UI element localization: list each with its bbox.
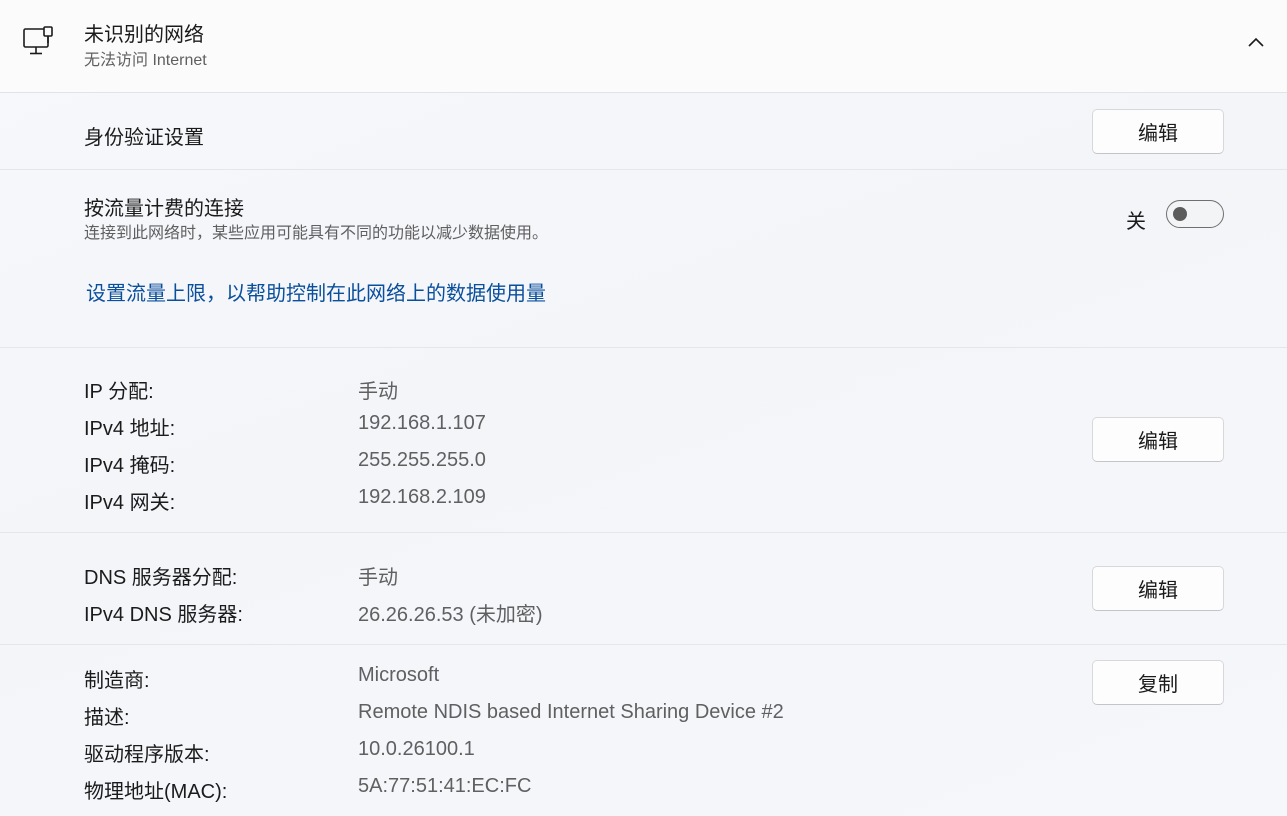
auth-settings-label: 身份验证设置 bbox=[84, 127, 204, 149]
network-status: 无法访问 Internet bbox=[84, 52, 207, 69]
ipv4-address-label: IPv4 地址: bbox=[84, 418, 176, 440]
collapse-button[interactable] bbox=[1240, 28, 1272, 56]
ip-assignment-label: IP 分配: bbox=[84, 381, 154, 403]
metered-connection-section: 按流量计费的连接 连接到此网络时，某些应用可能具有不同的功能以减少数据使用。 关… bbox=[0, 170, 1287, 348]
dns-assignment-label: DNS 服务器分配: bbox=[84, 567, 238, 589]
hardware-properties-section: 制造商: Microsoft 描述: Remote NDIS based Int… bbox=[0, 645, 1287, 816]
dns-settings-section: DNS 服务器分配: 手动 IPv4 DNS 服务器: 26.26.26.53 … bbox=[0, 533, 1287, 645]
dns-assignment-value: 手动 bbox=[358, 567, 398, 589]
manufacturer-value: Microsoft bbox=[358, 664, 440, 686]
ipv4-dns-server-value: 26.26.26.53 (未加密) bbox=[358, 604, 543, 626]
auth-edit-button[interactable]: 编辑 bbox=[1092, 109, 1224, 154]
metered-toggle-state: 关 bbox=[1126, 211, 1146, 233]
mac-address-label: 物理地址(MAC): bbox=[84, 781, 228, 803]
metered-connection-description: 连接到此网络时，某些应用可能具有不同的功能以减少数据使用。 bbox=[84, 225, 549, 242]
mac-address-value: 5A:77:51:41:EC:FC bbox=[358, 775, 532, 797]
metered-connection-toggle[interactable] bbox=[1166, 200, 1224, 228]
description-value: Remote NDIS based Internet Sharing Devic… bbox=[358, 701, 784, 723]
description-label: 描述: bbox=[84, 707, 130, 729]
ip-settings-section: IP 分配: 手动 IPv4 地址: 192.168.1.107 IPv4 掩码… bbox=[0, 348, 1287, 533]
data-limit-link[interactable]: 设置流量上限，以帮助控制在此网络上的数据使用量 bbox=[86, 277, 546, 306]
ipv4-address-value: 192.168.1.107 bbox=[358, 412, 486, 434]
ipv4-gateway-value: 192.168.2.109 bbox=[358, 486, 486, 508]
metered-connection-title: 按流量计费的连接 bbox=[84, 198, 244, 220]
network-header[interactable]: 未识别的网络 无法访问 Internet bbox=[0, 0, 1287, 93]
copy-button[interactable]: 复制 bbox=[1092, 660, 1224, 705]
auth-settings-section: 身份验证设置 编辑 bbox=[0, 93, 1287, 170]
manufacturer-label: 制造商: bbox=[84, 670, 150, 692]
ipv4-mask-value: 255.255.255.0 bbox=[358, 449, 486, 471]
driver-version-label: 驱动程序版本: bbox=[84, 744, 210, 766]
ip-edit-button[interactable]: 编辑 bbox=[1092, 417, 1224, 462]
network-name: 未识别的网络 bbox=[84, 24, 204, 46]
chevron-up-icon bbox=[1248, 37, 1264, 47]
ipv4-dns-server-label: IPv4 DNS 服务器: bbox=[84, 604, 243, 626]
toggle-knob bbox=[1173, 207, 1187, 221]
ip-assignment-value: 手动 bbox=[358, 381, 398, 403]
network-computer-icon bbox=[23, 26, 53, 55]
driver-version-value: 10.0.26100.1 bbox=[358, 738, 475, 760]
ipv4-gateway-label: IPv4 网关: bbox=[84, 492, 176, 514]
network-properties-page: 未识别的网络 无法访问 Internet 身份验证设置 编辑 按流量计费的连接 … bbox=[0, 0, 1287, 816]
ipv4-mask-label: IPv4 掩码: bbox=[84, 455, 176, 477]
dns-edit-button[interactable]: 编辑 bbox=[1092, 566, 1224, 611]
